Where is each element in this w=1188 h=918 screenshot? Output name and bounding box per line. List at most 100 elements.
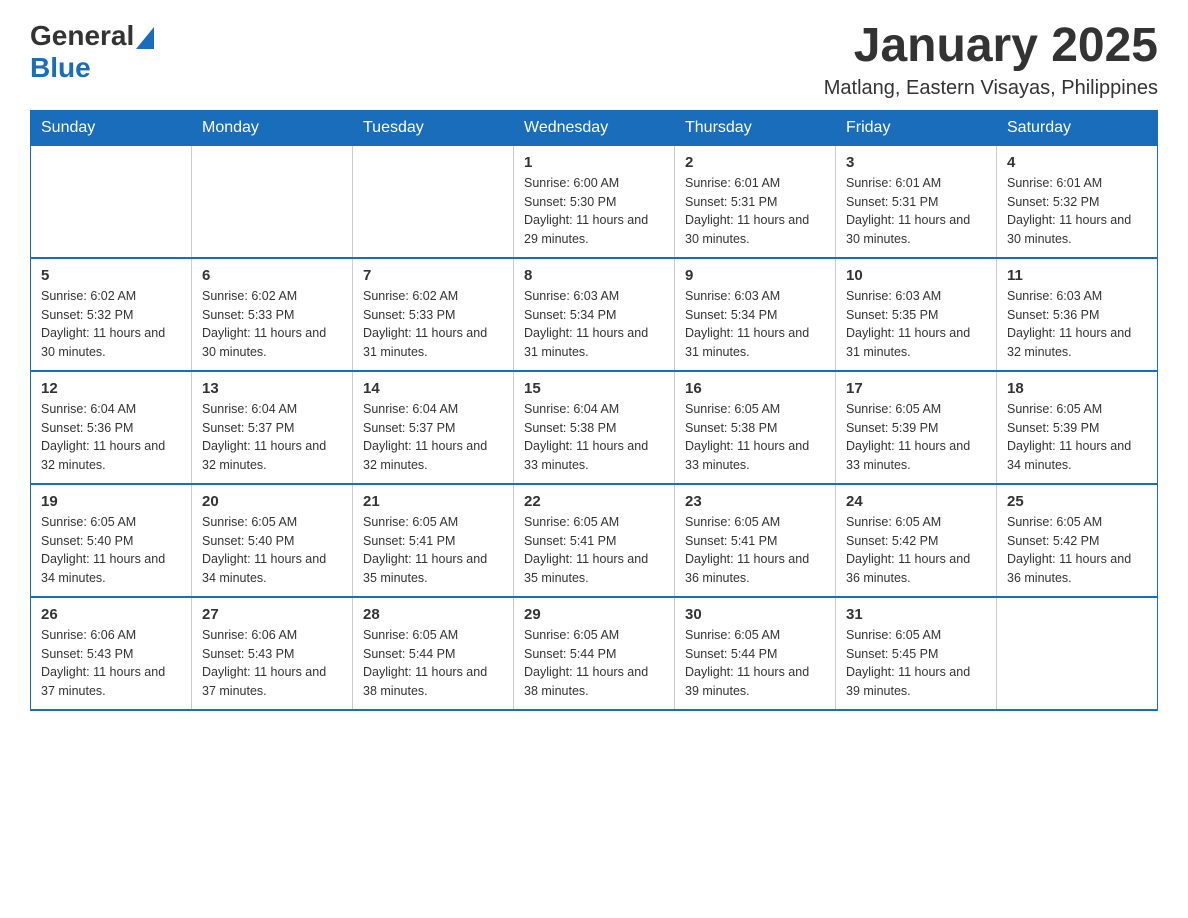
day-info: Sunrise: 6:03 AM Sunset: 5:35 PM Dayligh…	[846, 287, 986, 362]
day-info: Sunrise: 6:05 AM Sunset: 5:39 PM Dayligh…	[846, 400, 986, 475]
calendar-cell	[192, 145, 353, 258]
day-info: Sunrise: 6:05 AM Sunset: 5:44 PM Dayligh…	[524, 626, 664, 701]
calendar-cell: 25 Sunrise: 6:05 AM Sunset: 5:42 PM Dayli…	[997, 484, 1158, 597]
day-info: Sunrise: 6:05 AM Sunset: 5:39 PM Dayligh…	[1007, 400, 1147, 475]
day-info: Sunrise: 6:02 AM Sunset: 5:32 PM Dayligh…	[41, 287, 181, 362]
day-info: Sunrise: 6:02 AM Sunset: 5:33 PM Dayligh…	[363, 287, 503, 362]
calendar-cell: 30Sunrise: 6:05 AM Sunset: 5:44 PM Dayli…	[675, 597, 836, 710]
calendar-cell: 28Sunrise: 6:05 AM Sunset: 5:44 PM Dayli…	[353, 597, 514, 710]
day-info: Sunrise: 6:05 AM Sunset: 5:42 PM Dayligh…	[1007, 513, 1147, 588]
day-number: 12	[41, 380, 181, 397]
calendar-cell: 10 Sunrise: 6:03 AM Sunset: 5:35 PM Dayli…	[836, 258, 997, 371]
day-number: 5	[41, 267, 181, 284]
day-header-friday: Friday	[836, 110, 997, 145]
title-block: January 2025 Matlang, Eastern Visayas, P…	[824, 20, 1158, 100]
day-info: Sunrise: 6:01 AM Sunset: 5:32 PM Dayligh…	[1007, 174, 1147, 249]
day-number: 1	[524, 154, 664, 171]
day-number: 11	[1007, 267, 1147, 284]
day-number: 8	[524, 267, 664, 284]
calendar-cell	[353, 145, 514, 258]
day-header-tuesday: Tuesday	[353, 110, 514, 145]
logo-general-text: General	[30, 20, 134, 52]
day-info: Sunrise: 6:03 AM Sunset: 5:34 PM Dayligh…	[685, 287, 825, 362]
day-info: Sunrise: 6:05 AM Sunset: 5:41 PM Dayligh…	[685, 513, 825, 588]
day-number: 3	[846, 154, 986, 171]
calendar-cell: 14Sunrise: 6:04 AM Sunset: 5:37 PM Dayli…	[353, 371, 514, 484]
day-info: Sunrise: 6:01 AM Sunset: 5:31 PM Dayligh…	[685, 174, 825, 249]
day-number: 13	[202, 380, 342, 397]
calendar-cell: 6 Sunrise: 6:02 AM Sunset: 5:33 PM Daylig…	[192, 258, 353, 371]
day-number: 2	[685, 154, 825, 171]
day-number: 7	[363, 267, 503, 284]
calendar-week-row: 19 Sunrise: 6:05 AM Sunset: 5:40 PM Dayli…	[31, 484, 1158, 597]
calendar-cell: 16 Sunrise: 6:05 AM Sunset: 5:38 PM Dayli…	[675, 371, 836, 484]
day-info: Sunrise: 6:05 AM Sunset: 5:42 PM Dayligh…	[846, 513, 986, 588]
day-info: Sunrise: 6:04 AM Sunset: 5:37 PM Dayligh…	[202, 400, 342, 475]
calendar-cell: 9 Sunrise: 6:03 AM Sunset: 5:34 PM Daylig…	[675, 258, 836, 371]
day-info: Sunrise: 6:01 AM Sunset: 5:31 PM Dayligh…	[846, 174, 986, 249]
calendar-cell: 2 Sunrise: 6:01 AM Sunset: 5:31 PM Daylig…	[675, 145, 836, 258]
calendar-cell: 22 Sunrise: 6:05 AM Sunset: 5:41 PM Dayli…	[514, 484, 675, 597]
day-number: 24	[846, 493, 986, 510]
day-info: Sunrise: 6:05 AM Sunset: 5:45 PM Dayligh…	[846, 626, 986, 701]
calendar-cell: 21 Sunrise: 6:05 AM Sunset: 5:41 PM Dayli…	[353, 484, 514, 597]
calendar-cell: 19Sunrise: 6:05 AM Sunset: 5:40 PM Dayli…	[31, 484, 192, 597]
logo: General Blue	[30, 20, 154, 84]
day-number: 29	[524, 606, 664, 623]
calendar-cell: 29 Sunrise: 6:05 AM Sunset: 5:44 PM Dayli…	[514, 597, 675, 710]
day-number: 20	[202, 493, 342, 510]
day-number: 26	[41, 606, 181, 623]
day-number: 21	[363, 493, 503, 510]
page-header: General Blue January 2025 Matlang, Easte…	[30, 20, 1158, 100]
day-header-monday: Monday	[192, 110, 353, 145]
day-info: Sunrise: 6:02 AM Sunset: 5:33 PM Dayligh…	[202, 287, 342, 362]
day-number: 25	[1007, 493, 1147, 510]
day-info: Sunrise: 6:04 AM Sunset: 5:38 PM Dayligh…	[524, 400, 664, 475]
calendar-cell: 11 Sunrise: 6:03 AM Sunset: 5:36 PM Dayli…	[997, 258, 1158, 371]
day-info: Sunrise: 6:06 AM Sunset: 5:43 PM Dayligh…	[41, 626, 181, 701]
day-info: Sunrise: 6:00 AM Sunset: 5:30 PM Dayligh…	[524, 174, 664, 249]
day-info: Sunrise: 6:03 AM Sunset: 5:36 PM Dayligh…	[1007, 287, 1147, 362]
day-number: 27	[202, 606, 342, 623]
day-number: 17	[846, 380, 986, 397]
day-header-thursday: Thursday	[675, 110, 836, 145]
day-number: 6	[202, 267, 342, 284]
day-number: 16	[685, 380, 825, 397]
day-info: Sunrise: 6:05 AM Sunset: 5:40 PM Dayligh…	[202, 513, 342, 588]
day-info: Sunrise: 6:05 AM Sunset: 5:44 PM Dayligh…	[685, 626, 825, 701]
calendar-cell: 27 Sunrise: 6:06 AM Sunset: 5:43 PM Dayli…	[192, 597, 353, 710]
day-info: Sunrise: 6:06 AM Sunset: 5:43 PM Dayligh…	[202, 626, 342, 701]
calendar-cell: 18 Sunrise: 6:05 AM Sunset: 5:39 PM Dayli…	[997, 371, 1158, 484]
calendar-cell: 23Sunrise: 6:05 AM Sunset: 5:41 PM Dayli…	[675, 484, 836, 597]
day-number: 22	[524, 493, 664, 510]
calendar-week-row: 12 Sunrise: 6:04 AM Sunset: 5:36 PM Dayli…	[31, 371, 1158, 484]
calendar-cell: 31 Sunrise: 6:05 AM Sunset: 5:45 PM Dayli…	[836, 597, 997, 710]
day-header-wednesday: Wednesday	[514, 110, 675, 145]
logo-triangle-icon	[136, 27, 154, 49]
day-number: 9	[685, 267, 825, 284]
page-title: January 2025	[824, 20, 1158, 73]
calendar-cell: 12 Sunrise: 6:04 AM Sunset: 5:36 PM Dayli…	[31, 371, 192, 484]
day-number: 18	[1007, 380, 1147, 397]
day-number: 31	[846, 606, 986, 623]
day-header-row: SundayMondayTuesdayWednesdayThursdayFrid…	[31, 110, 1158, 145]
calendar-body: 1 Sunrise: 6:00 AM Sunset: 5:30 PM Daylig…	[31, 145, 1158, 710]
calendar-header: SundayMondayTuesdayWednesdayThursdayFrid…	[31, 110, 1158, 145]
calendar-cell: 17 Sunrise: 6:05 AM Sunset: 5:39 PM Dayli…	[836, 371, 997, 484]
day-info: Sunrise: 6:05 AM Sunset: 5:41 PM Dayligh…	[363, 513, 503, 588]
calendar-cell: 4 Sunrise: 6:01 AM Sunset: 5:32 PM Daylig…	[997, 145, 1158, 258]
day-info: Sunrise: 6:05 AM Sunset: 5:41 PM Dayligh…	[524, 513, 664, 588]
day-number: 4	[1007, 154, 1147, 171]
day-number: 10	[846, 267, 986, 284]
page-subtitle: Matlang, Eastern Visayas, Philippines	[824, 77, 1158, 100]
calendar-cell: 3 Sunrise: 6:01 AM Sunset: 5:31 PM Daylig…	[836, 145, 997, 258]
day-header-saturday: Saturday	[997, 110, 1158, 145]
day-info: Sunrise: 6:05 AM Sunset: 5:44 PM Dayligh…	[363, 626, 503, 701]
day-info: Sunrise: 6:04 AM Sunset: 5:36 PM Dayligh…	[41, 400, 181, 475]
day-number: 19	[41, 493, 181, 510]
calendar-cell	[997, 597, 1158, 710]
day-info: Sunrise: 6:05 AM Sunset: 5:38 PM Dayligh…	[685, 400, 825, 475]
calendar-cell: 7 Sunrise: 6:02 AM Sunset: 5:33 PM Daylig…	[353, 258, 514, 371]
logo-blue-text: Blue	[30, 52, 154, 84]
calendar-cell: 24 Sunrise: 6:05 AM Sunset: 5:42 PM Dayli…	[836, 484, 997, 597]
